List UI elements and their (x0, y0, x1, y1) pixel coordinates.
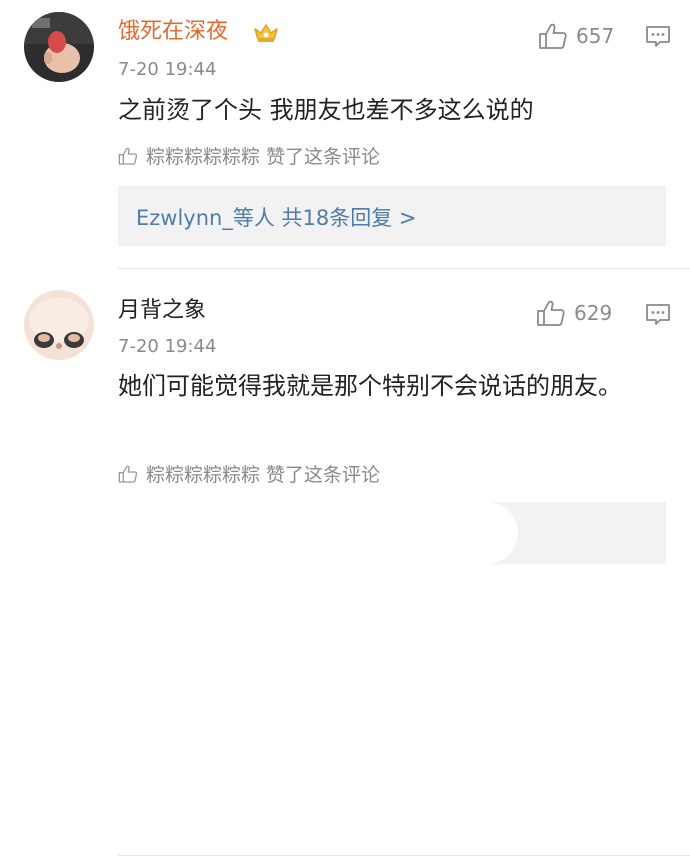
small-thumbs-up-icon (118, 147, 138, 165)
liked-by-line: 粽粽粽粽粽粽 赞了这条评论 (118, 460, 380, 487)
comment-item: 饿死在深夜 7-20 19:44 657 之前烫了个头 我朋友也差不多这么说的 … (0, 0, 690, 270)
like-button[interactable]: 629 (536, 299, 612, 327)
comment-icon[interactable] (645, 303, 671, 327)
username[interactable]: 饿死在深夜 (118, 18, 228, 46)
small-thumbs-up-icon (118, 465, 138, 483)
comment-item: 月背之象 7-20 19:44 629 她们可能觉得我就是那个特别不会说话的朋友… (0, 270, 690, 856)
divider (118, 268, 690, 269)
liked-by-text: 粽粽粽粽粽粽 赞了这条评论 (146, 464, 381, 486)
redaction-mask (118, 502, 518, 564)
like-count: 657 (576, 24, 615, 48)
crown-icon (254, 24, 278, 42)
view-replies-link[interactable]: Ezwlynn_等人 共18条回复 > (136, 202, 417, 232)
like-button[interactable]: 657 (538, 22, 614, 50)
like-count: 629 (574, 301, 613, 325)
liked-by-line: 粽粽粽粽粽粽 赞了这条评论 (118, 142, 380, 169)
thumbs-up-icon (539, 23, 567, 49)
replies-box: Ezwlynn_等人 共18条回复 > (118, 186, 666, 246)
comment-text: 之前烫了个头 我朋友也差不多这么说的 (118, 96, 534, 124)
replies-box (118, 502, 666, 564)
avatar-image (24, 290, 94, 360)
comment-text: 她们可能觉得我就是那个特别不会说话的朋友。 (118, 372, 622, 400)
avatar[interactable] (24, 290, 94, 360)
comment-icon[interactable] (645, 25, 671, 49)
timestamp: 7-20 19:44 (118, 336, 217, 357)
liked-by-text: 粽粽粽粽粽粽 赞了这条评论 (146, 146, 381, 168)
username[interactable]: 月背之象 (118, 297, 206, 325)
avatar[interactable] (24, 12, 94, 82)
thumbs-up-icon (537, 300, 565, 326)
avatar-image (24, 12, 94, 82)
timestamp: 7-20 19:44 (118, 59, 217, 80)
